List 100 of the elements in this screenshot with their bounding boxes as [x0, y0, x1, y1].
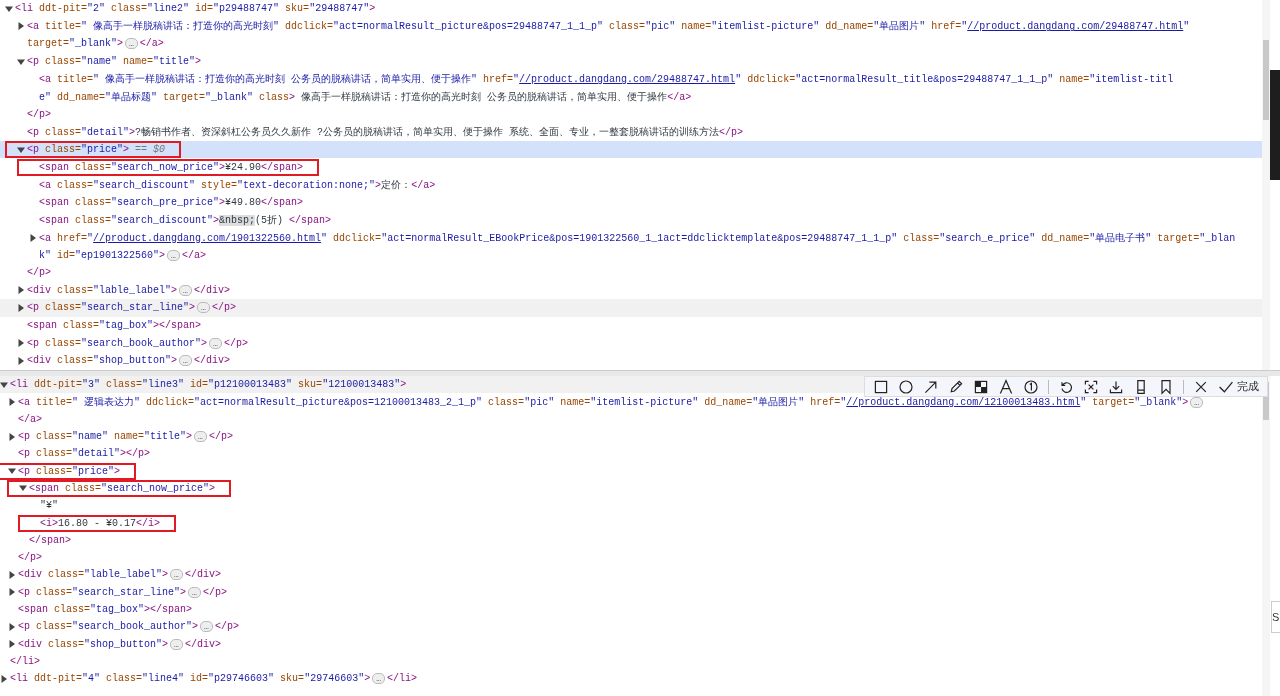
code-line: <div class="lable_label"> … </div> — [18, 569, 221, 581]
code-line: <p class="price"> == $0 — [27, 144, 166, 156]
code-line: <p class="search_star_line"> … </p> — [18, 586, 227, 598]
tree-row[interactable]: <p class="detail"></p> — [0, 445, 1262, 463]
code-line: <a class="search_discount" style="text-decoration:none;">定价：</a> — [39, 178, 436, 192]
triangle-icon[interactable] — [17, 145, 27, 154]
tree-row[interactable]: <p class="search_star_line"> … </p> — [0, 299, 1262, 317]
tree-row[interactable]: <p class="detail">?畅销书作者、资深斜杠公务员久久新作 ?公务员的脱稿讲话，简单实用、便于操作 系统、全面、专业，一整套脱稿讲话的训练方法</p> — [0, 123, 1262, 141]
code-line: <p class="detail">?畅销书作者、资深斜杠公务员久久新作 ?公务员的脱稿讲话，简单实用、便于操作 系统、全面、专业，一整套脱稿讲话的训练方法</p> — [27, 125, 744, 139]
link[interactable]: //product.dangdang.com/12100013483.html — [846, 396, 1081, 408]
code-line: <p class="name" name="title"> … </p> — [18, 430, 233, 443]
tree-row[interactable]: <li ddt-pit="4" class="line4" id="p29746603" sku="29746603"> … </li> — [0, 670, 1262, 688]
tree-row[interactable]: <div class="shop_button"> … </div> — [0, 351, 1262, 370]
code-line: e" dd_name="单品标题" target="_blank" class> 像高手一样脱稿讲话：打造你的高光时刻 公务员的脱稿讲话，简单实用、便于操作</a> — [39, 90, 692, 104]
side-tab[interactable]: S — [1271, 601, 1280, 633]
code-line: <li ddt-pit="3" class="line3" id="p12100013483" sku="12100013483"> — [10, 379, 407, 391]
mosaic-icon[interactable] — [973, 378, 989, 395]
tree-row[interactable]: <a title=" 像高手一样脱稿讲话：打造你的高光时刻" ddclick="act=normalResult_picture&pos=29488747_1_1_p" class="pic" name="itemlist-picture" dd_name="单品图片" href="//product.dangdang.com/29488747.html" — [0, 17, 1262, 36]
tree-row[interactable]: <li ddt-pit="2" class="line2" id="p29488747" sku="29488747"> — [0, 0, 1262, 18]
code-line: <span class="search_now_price"> — [29, 482, 216, 494]
code-line: <span class="search_discount">&nbsp;(5折) </span> — [39, 213, 332, 227]
code-line: </p> — [27, 267, 51, 279]
code-line: </p> — [18, 552, 42, 564]
code-line: <a title=" 像高手一样脱稿讲话：打造你的高光时刻" ddclick="act=normalResult_picture&pos=29488747_1_1_p" class="pic" name="itemlist-picture" dd_name="单品图片" href="//product.dangdang.com/29488747.html" — [27, 19, 1190, 34]
tree-row[interactable]: <span class="tag_box"></span> — [0, 600, 1262, 619]
code-line: <p class="price"> — [18, 465, 121, 477]
rectangle-icon[interactable] — [873, 378, 889, 395]
tree-row[interactable]: <div class="shop_button"> … </div> — [0, 635, 1262, 653]
code-line: <p class="name" name="title"> — [27, 56, 202, 68]
expand-button[interactable]: … — [194, 430, 207, 442]
scrollbar[interactable] — [1262, 376, 1270, 696]
triangle-icon[interactable] — [5, 4, 15, 13]
code-line: <a title=" 像高手一样脱稿讲话：打造你的高光时刻 公务员的脱稿讲话，简单实用、便于操作" href="//product.dangdang.com/29488747.html" ddclick="act=normalResult_title&pos=29488747_1_1_p" name="itemlist-titl — [39, 72, 1174, 87]
tree-row[interactable]: <a title=" 像高手一样脱稿讲话：打造你的高光时刻 公务员的脱稿讲话，简单实用、便于操作" href="//product.dangdang.com/29488747.html" ddclick="act=normalResult_title&pos=29488747_1_1_p" name="itemlist-titl — [0, 70, 1262, 88]
code-line: <li ddt-pit="2" class="line2" id="p29488747" sku="29488747"> — [15, 3, 376, 15]
tree-row[interactable]: <a href="//product.dangdang.com/1901322560.html" ddclick="act=normalResult_EBookPrice&pos=1901322560_1_1act=ddclicktemplate&pos=29488747_1_1_p" class="search_e_price" dd_name="单品电子书" target="_blan — [0, 228, 1262, 247]
expand-button[interactable]: … — [167, 249, 180, 261]
expand-button[interactable]: … — [372, 673, 385, 685]
tree-row[interactable]: <p class="search_star_line"> … </p> — [0, 583, 1262, 601]
tree-row[interactable]: <i>16.80 - ¥0.17</i> — [0, 514, 1262, 532]
tree-row[interactable]: <span class="search_now_price">¥24.90</span> — [0, 158, 1262, 176]
pencil-icon[interactable] — [948, 378, 964, 395]
expand-button[interactable]: … — [170, 569, 183, 581]
expand-button[interactable]: … — [209, 337, 222, 349]
triangle-icon[interactable] — [19, 484, 29, 493]
tree-row[interactable]: <p class="price"> == $0 — [0, 140, 1262, 159]
expand-button[interactable]: … — [197, 302, 210, 314]
numbered-circle-icon[interactable] — [1023, 378, 1039, 395]
expand-button[interactable]: … — [125, 38, 138, 50]
code-line: k" id="ep1901322560"> … </a> — [39, 249, 206, 261]
triangle-icon[interactable] — [8, 467, 18, 476]
tree-row[interactable]: <p class="price"> — [0, 462, 1262, 480]
code-line: <span class="search_pre_price">¥49.80</span> — [39, 196, 304, 208]
code-line: </p> — [27, 108, 51, 120]
tree-row[interactable]: <p class="name" name="title"> — [0, 52, 1262, 71]
tree-row[interactable]: <span class="search_now_price"> — [0, 479, 1262, 498]
tree-row[interactable]: <p class="search_book_author"> … </p> — [0, 334, 1262, 352]
code-line: <a href="//product.dangdang.com/1901322560.html" ddclick="act=normalResult_EBookPrice&pos=1901322560_1_1act=ddclicktemplate&pos=29488747_1_1_p" class="search_e_price" dd_name="单品电子书" target="_blan — [39, 231, 1236, 245]
tree-row[interactable]: <span class="search_pre_price">¥49.80</span> — [0, 193, 1262, 212]
code-line: <div class="shop_button"> … </div> — [27, 355, 230, 367]
code-line: <span class="search_now_price">¥24.90</span> — [39, 161, 304, 173]
scrollbar[interactable] — [1262, 0, 1270, 370]
code-line: <div class="shop_button"> … </div> — [18, 638, 221, 650]
code-line: target="_blank"> … </a> — [27, 38, 164, 50]
expand-button[interactable]: … — [179, 284, 192, 296]
link[interactable]: //product.dangdang.com/1901322560.html — [93, 232, 322, 244]
code-line: <div class="lable_label"> … </div> — [27, 284, 230, 296]
code-line: <li ddt-pit="4" class="line4" id="p29746603" sku="29746603"> … </li> — [10, 673, 417, 685]
expand-button[interactable]: … — [179, 355, 192, 367]
triangle-icon[interactable] — [17, 57, 27, 66]
tree-row[interactable]: <span class="tag_box"></span> — [0, 316, 1262, 335]
tree-row[interactable]: <div class="lable_label"> … </div> — [0, 566, 1262, 584]
link[interactable]: //product.dangdang.com/29488747.html — [519, 74, 736, 86]
done-button[interactable]: 完成 — [1218, 378, 1259, 395]
code-line: "¥" — [40, 500, 58, 512]
code-line: <p class="detail"></p> — [18, 448, 151, 460]
download-icon[interactable] — [1108, 378, 1124, 395]
tree-row[interactable]: "¥" — [0, 497, 1262, 515]
code-line: <span class="tag_box"></span> — [27, 320, 202, 331]
scan-icon[interactable] — [1083, 378, 1099, 395]
code-line: <p class="search_star_line"> … </p> — [27, 302, 236, 314]
code-line: <p class="search_book_author"> … </p> — [18, 621, 239, 633]
expand-button[interactable]: … — [200, 621, 213, 633]
tree-row[interactable]: <div class="lable_label"> … </div> — [0, 281, 1262, 300]
text-tool-icon[interactable] — [998, 378, 1014, 395]
expand-button[interactable]: … — [170, 638, 183, 650]
triangle-icon[interactable] — [0, 380, 10, 389]
link[interactable]: //product.dangdang.com/29488747.html — [967, 21, 1184, 33]
code-line: <p class="search_book_author"> … </p> — [27, 337, 248, 349]
circle-icon[interactable] — [898, 378, 914, 395]
tree-row[interactable]: <p class="search_book_author"> … </p> — [0, 618, 1262, 636]
code-line: <span class="tag_box"></span> — [18, 604, 193, 615]
tree-row[interactable]: <a class="search_discount" style="text-decoration:none;">定价：</a> — [0, 175, 1262, 194]
code-line: </a> — [18, 413, 42, 425]
tree-row[interactable]: <span class="search_discount">&nbsp;(5折) </span> — [0, 211, 1262, 229]
code-line: </span> — [29, 534, 71, 546]
tree-row[interactable]: <p class="name" name="title"> … </p> — [0, 427, 1262, 446]
bookmark-icon[interactable] — [1158, 378, 1174, 395]
code-line: </li> — [10, 655, 40, 667]
expand-button[interactable]: … — [188, 586, 201, 598]
